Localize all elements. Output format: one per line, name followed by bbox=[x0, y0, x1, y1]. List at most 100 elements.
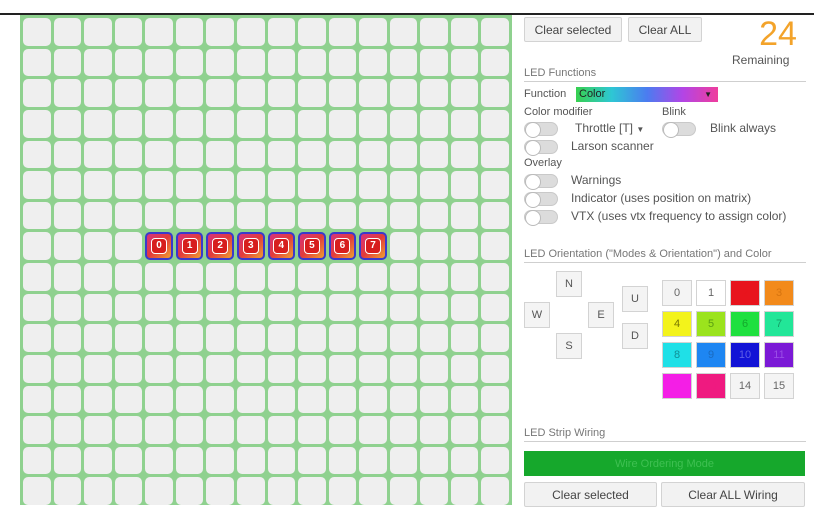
led-cell[interactable] bbox=[298, 446, 326, 475]
led-cell[interactable] bbox=[420, 171, 448, 199]
led-cell[interactable] bbox=[84, 18, 112, 46]
led-cell[interactable] bbox=[298, 171, 326, 199]
color-swatch-8[interactable]: 8 bbox=[662, 342, 692, 368]
indicator-toggle[interactable] bbox=[524, 192, 558, 208]
led-cell[interactable] bbox=[114, 416, 143, 444]
led-cell[interactable] bbox=[53, 79, 82, 107]
led-cell[interactable] bbox=[450, 324, 479, 352]
clear-all-button[interactable]: Clear ALL bbox=[628, 17, 702, 42]
color-swatch-11[interactable]: 11 bbox=[764, 342, 794, 368]
led-cell[interactable] bbox=[389, 385, 418, 414]
led-cell[interactable] bbox=[359, 140, 387, 169]
led-cell[interactable] bbox=[114, 263, 143, 291]
led-cell[interactable] bbox=[23, 416, 51, 444]
led-cell[interactable] bbox=[267, 385, 296, 414]
led-cell[interactable] bbox=[359, 446, 387, 475]
led-cell[interactable] bbox=[175, 171, 204, 199]
led-cell[interactable] bbox=[53, 48, 82, 77]
color-modifier-toggle[interactable] bbox=[524, 122, 558, 138]
led-cell[interactable] bbox=[53, 232, 82, 260]
led-cell[interactable] bbox=[481, 324, 509, 352]
led-cell[interactable] bbox=[53, 293, 82, 322]
led-cell[interactable] bbox=[389, 171, 418, 199]
led-cell[interactable] bbox=[175, 293, 204, 322]
led-cell[interactable] bbox=[236, 477, 265, 505]
led-cell[interactable] bbox=[206, 385, 234, 414]
led-cell[interactable] bbox=[175, 477, 204, 505]
led-cell[interactable] bbox=[328, 140, 357, 169]
led-cell[interactable] bbox=[267, 263, 296, 291]
led-cell[interactable] bbox=[450, 446, 479, 475]
led-cell[interactable] bbox=[267, 477, 296, 505]
led-cell[interactable] bbox=[298, 140, 326, 169]
led-cell[interactable] bbox=[114, 201, 143, 230]
led-cell[interactable] bbox=[420, 446, 448, 475]
led-cell-wired[interactable]: 3 bbox=[236, 232, 265, 260]
led-cell[interactable] bbox=[298, 263, 326, 291]
led-cell[interactable] bbox=[481, 354, 509, 383]
led-cell[interactable] bbox=[236, 416, 265, 444]
led-cell[interactable] bbox=[206, 263, 234, 291]
led-cell[interactable] bbox=[236, 171, 265, 199]
led-cell[interactable] bbox=[206, 324, 234, 352]
led-cell[interactable] bbox=[53, 201, 82, 230]
led-cell[interactable] bbox=[267, 109, 296, 138]
led-cell[interactable] bbox=[359, 385, 387, 414]
led-cell[interactable] bbox=[389, 324, 418, 352]
led-cell[interactable] bbox=[481, 109, 509, 138]
led-cell[interactable] bbox=[23, 324, 51, 352]
led-cell[interactable] bbox=[450, 293, 479, 322]
led-cell[interactable] bbox=[114, 477, 143, 505]
color-swatch-4[interactable]: 4 bbox=[662, 311, 692, 337]
led-cell[interactable] bbox=[23, 201, 51, 230]
led-cell[interactable] bbox=[450, 140, 479, 169]
led-cell[interactable] bbox=[145, 354, 173, 383]
led-cell-wired[interactable]: 7 bbox=[359, 232, 387, 260]
led-cell[interactable] bbox=[481, 416, 509, 444]
led-cell[interactable] bbox=[328, 48, 357, 77]
led-grid[interactable]: 01234567 bbox=[20, 15, 512, 505]
color-swatch-14[interactable]: 14 bbox=[730, 373, 760, 399]
led-cell[interactable] bbox=[481, 201, 509, 230]
led-cell[interactable] bbox=[359, 293, 387, 322]
led-cell[interactable] bbox=[328, 354, 357, 383]
led-cell[interactable] bbox=[53, 446, 82, 475]
led-cell[interactable] bbox=[175, 354, 204, 383]
orientation-east-button[interactable]: E bbox=[588, 302, 614, 328]
color-swatch-9[interactable]: 9 bbox=[696, 342, 726, 368]
led-cell[interactable] bbox=[145, 109, 173, 138]
led-cell[interactable] bbox=[84, 416, 112, 444]
led-cell[interactable] bbox=[145, 201, 173, 230]
led-cell[interactable] bbox=[236, 354, 265, 383]
led-cell[interactable] bbox=[206, 354, 234, 383]
led-cell[interactable] bbox=[389, 293, 418, 322]
led-cell[interactable] bbox=[236, 48, 265, 77]
led-cell[interactable] bbox=[23, 263, 51, 291]
led-cell[interactable] bbox=[450, 171, 479, 199]
led-cell[interactable] bbox=[53, 140, 82, 169]
led-cell[interactable] bbox=[359, 171, 387, 199]
orientation-north-button[interactable]: N bbox=[556, 271, 582, 297]
led-cell[interactable] bbox=[298, 477, 326, 505]
led-cell[interactable] bbox=[114, 293, 143, 322]
led-cell[interactable] bbox=[298, 354, 326, 383]
led-cell[interactable] bbox=[114, 79, 143, 107]
led-cell-wired[interactable]: 6 bbox=[328, 232, 357, 260]
led-cell[interactable] bbox=[236, 201, 265, 230]
led-cell[interactable] bbox=[145, 416, 173, 444]
led-cell[interactable] bbox=[359, 109, 387, 138]
led-cell[interactable] bbox=[206, 79, 234, 107]
led-cell[interactable] bbox=[389, 477, 418, 505]
led-cell[interactable] bbox=[145, 477, 173, 505]
led-cell[interactable] bbox=[450, 354, 479, 383]
led-cell[interactable] bbox=[450, 232, 479, 260]
led-cell[interactable] bbox=[114, 48, 143, 77]
led-cell[interactable] bbox=[145, 18, 173, 46]
led-cell[interactable] bbox=[175, 446, 204, 475]
led-cell[interactable] bbox=[328, 477, 357, 505]
led-cell[interactable] bbox=[328, 416, 357, 444]
throttle-select[interactable]: Throttle [T] ▼ bbox=[575, 121, 644, 135]
led-cell[interactable] bbox=[114, 354, 143, 383]
led-cell[interactable] bbox=[53, 477, 82, 505]
led-cell[interactable] bbox=[389, 48, 418, 77]
